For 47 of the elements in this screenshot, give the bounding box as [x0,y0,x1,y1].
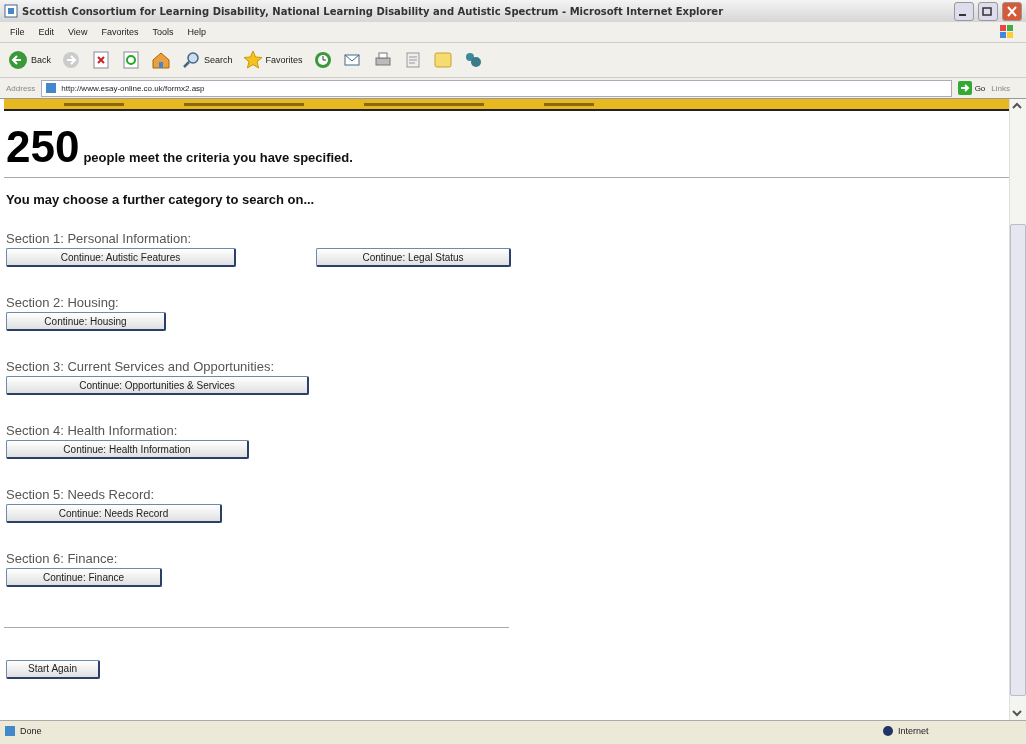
menu-item[interactable]: Favorites [101,27,139,37]
address-field[interactable]: http://www.esay-online.co.uk/formx2.asp [41,79,952,97]
continue-button[interactable]: Continue: Housing [6,312,166,331]
restore-icon[interactable] [978,1,998,21]
page-icon [4,724,16,737]
close-icon[interactable] [1002,1,1022,21]
history-icon[interactable] [312,50,333,70]
menu-item[interactable]: Tools [152,27,174,37]
start-again-button[interactable]: Start Again [6,659,100,679]
continue-button[interactable]: Continue: Health Information [6,440,249,459]
prompt-text: You may choose a further category to search on... [6,192,316,207]
globe-icon [882,724,894,737]
section-heading: Section 5: Needs Record: [6,487,156,502]
favorites-button[interactable]: Favorites [242,50,303,70]
menu-item[interactable]: File [10,27,25,37]
stop-icon[interactable] [91,50,111,70]
menu-item[interactable]: View [68,27,88,37]
continue-button[interactable]: Continue: Needs Record [6,504,222,523]
result-text: people meet the criteria you have specified. [83,150,353,165]
section-heading: Section 6: Finance: [6,551,119,566]
favorites-icon[interactable] [242,50,263,70]
refresh-icon[interactable] [121,50,141,70]
section-heading: Section 1: Personal Information: [6,231,192,246]
zone-text: Internet [898,725,929,736]
page-icon [45,82,58,94]
menu-item[interactable]: Edit [38,27,55,37]
section-heading: Section 2: Housing: [6,295,120,310]
address-label: Address [6,83,36,93]
continue-button[interactable]: Continue: Autistic Features [6,248,236,267]
window-title: Scottish Consortium for Learning Disability, National Learning Disability and Autistic Spectrum - Microsoft Internet Explorer [22,5,725,17]
continue-button[interactable]: Continue: Opportunities & Services [6,376,309,395]
continue-button[interactable]: Continue: Legal Status [316,248,511,267]
search-button[interactable]: Search [181,50,233,70]
back-icon[interactable] [8,50,28,70]
status-text: Done [20,725,42,736]
browser-icon [4,4,18,18]
scrollbar[interactable] [1009,99,1026,720]
section-heading: Section 3: Current Services and Opportunities: [6,359,276,374]
search-icon[interactable] [181,50,201,70]
minimize-icon[interactable] [954,1,974,21]
result-count: 250 [6,125,80,169]
continue-button[interactable]: Continue: Finance [6,568,162,587]
home-icon[interactable] [151,50,171,70]
menu-item[interactable]: Help [187,27,206,37]
section-heading: Section 4: Health Information: [6,423,179,438]
back-button[interactable]: Back [8,50,51,70]
windows-logo-icon [998,24,1016,40]
